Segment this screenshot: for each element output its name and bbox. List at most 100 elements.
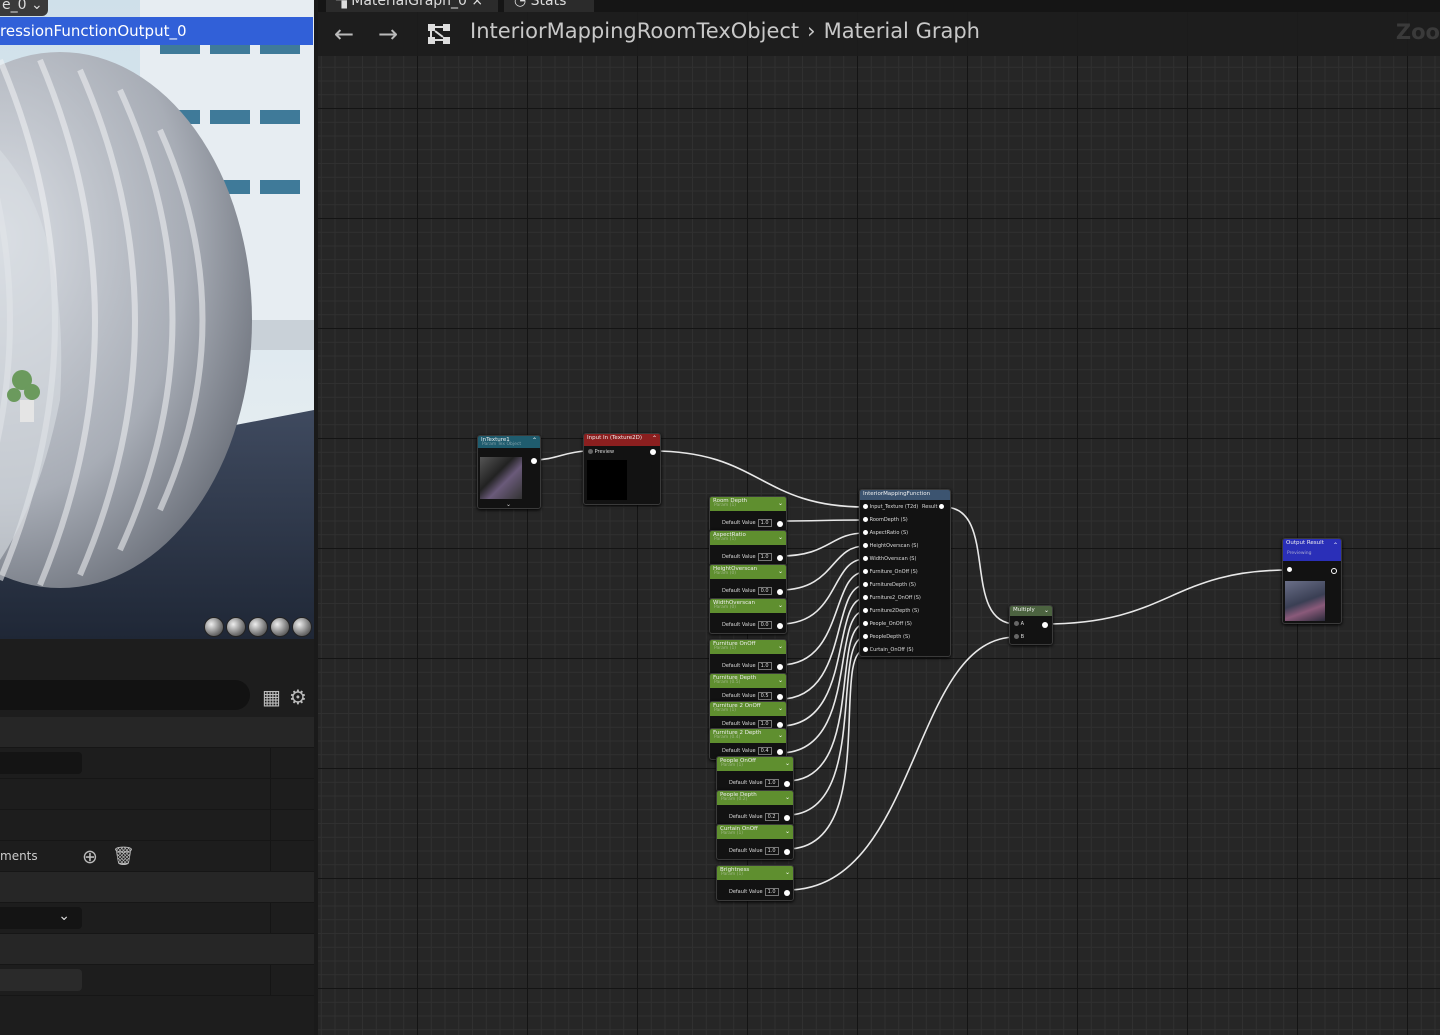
function-input-pin[interactable]: PeopleDepth (S) — [863, 633, 910, 641]
chevron-down-icon[interactable]: ⌄ — [778, 534, 783, 541]
forward-arrow-icon[interactable]: → — [378, 22, 398, 46]
pin-input[interactable] — [1287, 566, 1292, 574]
output-pin[interactable] — [650, 449, 656, 455]
function-input-pin[interactable]: Furniture_OnOff (S) — [863, 568, 918, 576]
chevron-down-icon[interactable]: ⌄ — [1044, 607, 1049, 614]
pin-result[interactable]: Result — [922, 503, 945, 511]
function-input-pin[interactable]: WidthOverscan (S) — [863, 555, 916, 563]
details-dropdown[interactable]: ⌄ — [0, 907, 82, 929]
default-value-input[interactable]: 1.0 — [757, 720, 772, 728]
function-input-pin[interactable]: AspectRatio (S) — [863, 529, 908, 537]
cube-shape-icon[interactable] — [270, 617, 290, 637]
default-value-input[interactable]: 1.0 — [764, 888, 779, 896]
details-panel: ▦ ⚙ ments ⊕ 🗑 ⌄ — [0, 639, 314, 1035]
node-multiply[interactable]: Multiply ⌄ A B — [1009, 605, 1053, 645]
tab-material-graph[interactable]: ▚ MaterialGraph_0 × — [326, 0, 498, 12]
default-value-input[interactable]: 0.0 — [757, 621, 772, 629]
tab-stats[interactable]: ◔ Stats — [504, 0, 594, 12]
default-value-input[interactable]: 1.0 — [757, 519, 772, 527]
chevron-up-icon[interactable]: ⌃ — [1333, 542, 1338, 549]
node-param[interactable]: People Depth Param (0.2) ⌄ Default Value… — [716, 790, 794, 826]
chevron-down-icon[interactable]: ⌄ — [778, 677, 783, 684]
output-pin[interactable] — [777, 589, 783, 595]
chevron-down-icon[interactable]: ⌄ — [778, 602, 783, 609]
node-interior-mapping-function[interactable]: InteriorMappingFunction Input_Texture (T… — [859, 489, 951, 657]
chevron-down-icon[interactable]: ⌄ — [778, 500, 783, 507]
graph-hierarchy-icon[interactable] — [426, 22, 452, 46]
chevron-down-icon[interactable]: ⌄ — [778, 705, 783, 712]
output-pin[interactable] — [531, 458, 537, 464]
output-pin[interactable] — [1042, 622, 1048, 628]
close-icon[interactable]: × — [471, 0, 483, 9]
chevron-down-icon[interactable]: ⌄ — [506, 501, 511, 508]
chevron-down-icon[interactable]: ⌄ — [785, 869, 790, 876]
details-text-field[interactable] — [0, 969, 82, 991]
breadcrumb-item-graph[interactable]: Material Graph — [824, 19, 980, 43]
default-value-input[interactable]: 0.5 — [757, 692, 772, 700]
pin-preview[interactable]: Preview — [588, 448, 614, 456]
default-value-input[interactable]: 1.0 — [764, 779, 779, 787]
function-input-pin[interactable]: Input_Texture (T2d) — [863, 503, 918, 511]
add-element-icon[interactable]: ⊕ — [82, 845, 98, 869]
chevron-up-icon[interactable]: ⌃ — [532, 437, 537, 444]
function-input-pin[interactable]: RoomDepth (S) — [863, 516, 908, 524]
output-pin[interactable] — [784, 781, 790, 787]
output-pin[interactable] — [777, 555, 783, 561]
output-pin[interactable] — [777, 694, 783, 700]
node-output-result[interactable]: Output Result Previewing ⌃ — [1282, 538, 1342, 624]
default-value-input[interactable]: 0.0 — [757, 587, 772, 595]
output-pin[interactable] — [1331, 568, 1337, 574]
function-input-pin[interactable]: People_OnOff (S) — [863, 620, 912, 628]
breadcrumb-item-asset[interactable]: InteriorMappingRoomTexObject — [470, 19, 799, 43]
default-value-input[interactable]: 0.4 — [757, 747, 772, 755]
pin-a[interactable]: A — [1014, 620, 1024, 628]
chevron-down-icon[interactable]: ⌄ — [785, 828, 790, 835]
output-pin[interactable] — [777, 664, 783, 670]
node-param[interactable]: Furniture OnOff Param (1) ⌄ Default Valu… — [709, 639, 787, 675]
sphere-shape-icon[interactable] — [226, 617, 246, 637]
plane-shape-icon[interactable] — [248, 617, 268, 637]
output-pin[interactable] — [784, 849, 790, 855]
back-arrow-icon[interactable]: ← — [334, 22, 354, 46]
node-param[interactable]: Curtain OnOff Param (1) ⌄ Default Value 1… — [716, 824, 794, 860]
output-pin[interactable] — [777, 623, 783, 629]
default-value-input[interactable]: 0.2 — [764, 813, 779, 821]
output-pin[interactable] — [784, 890, 790, 896]
preview-viewport[interactable]: e_0 ⌄ ressionFunctionOutput_0 — [0, 0, 314, 639]
table-view-icon[interactable]: ▦ — [262, 685, 281, 709]
chevron-down-icon[interactable]: ⌄ — [785, 794, 790, 801]
function-input-pin[interactable]: FurnitureDepth (S) — [863, 581, 916, 589]
cylinder-shape-icon[interactable] — [204, 617, 224, 637]
function-input-pin[interactable]: Furniture2Depth (S) — [863, 607, 919, 615]
function-input-pin[interactable]: Furniture2_OnOff (S) — [863, 594, 921, 602]
node-param[interactable]: Room Depth Param (1) ⌄ Default Value 1.0 — [709, 496, 787, 532]
node-param[interactable]: People OnOff Param (1) ⌄ Default Value 1.… — [716, 756, 794, 792]
output-pin[interactable] — [784, 815, 790, 821]
details-text-field[interactable] — [0, 752, 82, 774]
chevron-down-icon[interactable]: ⌄ — [778, 568, 783, 575]
teapot-shape-icon[interactable] — [292, 617, 312, 637]
function-input-pin[interactable]: HeightOverscan (S) — [863, 542, 918, 550]
chevron-down-icon[interactable]: ⌄ — [778, 732, 783, 739]
output-pin[interactable] — [777, 521, 783, 527]
node-param[interactable]: AspectRatio Param (1) ⌄ Default Value 1.0 — [709, 530, 787, 566]
node-intexture[interactable]: InTexture1 Param Tex Object ⌃ ⌄ — [477, 435, 541, 509]
chevron-down-icon[interactable]: ⌄ — [778, 643, 783, 650]
function-input-pin[interactable]: Curtain_OnOff (S) — [863, 646, 914, 654]
gear-icon[interactable]: ⚙ — [289, 685, 307, 709]
default-value-input[interactable]: 1.0 — [757, 662, 772, 670]
viewport-combo[interactable]: e_0 ⌄ — [0, 0, 48, 16]
trash-icon[interactable]: 🗑 — [112, 845, 135, 869]
default-value-input[interactable]: 1.0 — [757, 553, 772, 561]
chevron-down-icon: ⌄ — [30, 0, 43, 13]
output-pin[interactable] — [777, 749, 783, 755]
chevron-down-icon[interactable]: ⌄ — [785, 760, 790, 767]
pin-b[interactable]: B — [1014, 633, 1024, 641]
node-param[interactable]: WidthOverscan Param (0) ⌄ Default Value 0… — [709, 598, 787, 634]
node-input-in[interactable]: Input In (Texture2D) ⌃ Preview — [583, 433, 661, 505]
details-search-input[interactable] — [0, 680, 250, 710]
chevron-up-icon[interactable]: ⌃ — [652, 435, 657, 442]
node-param[interactable]: HeightOverscan Param (0) ⌄ Default Value… — [709, 564, 787, 600]
node-param[interactable]: Brightness Param (1) ⌄ Default Value 1.0 — [716, 865, 794, 901]
default-value-input[interactable]: 1.0 — [764, 847, 779, 855]
